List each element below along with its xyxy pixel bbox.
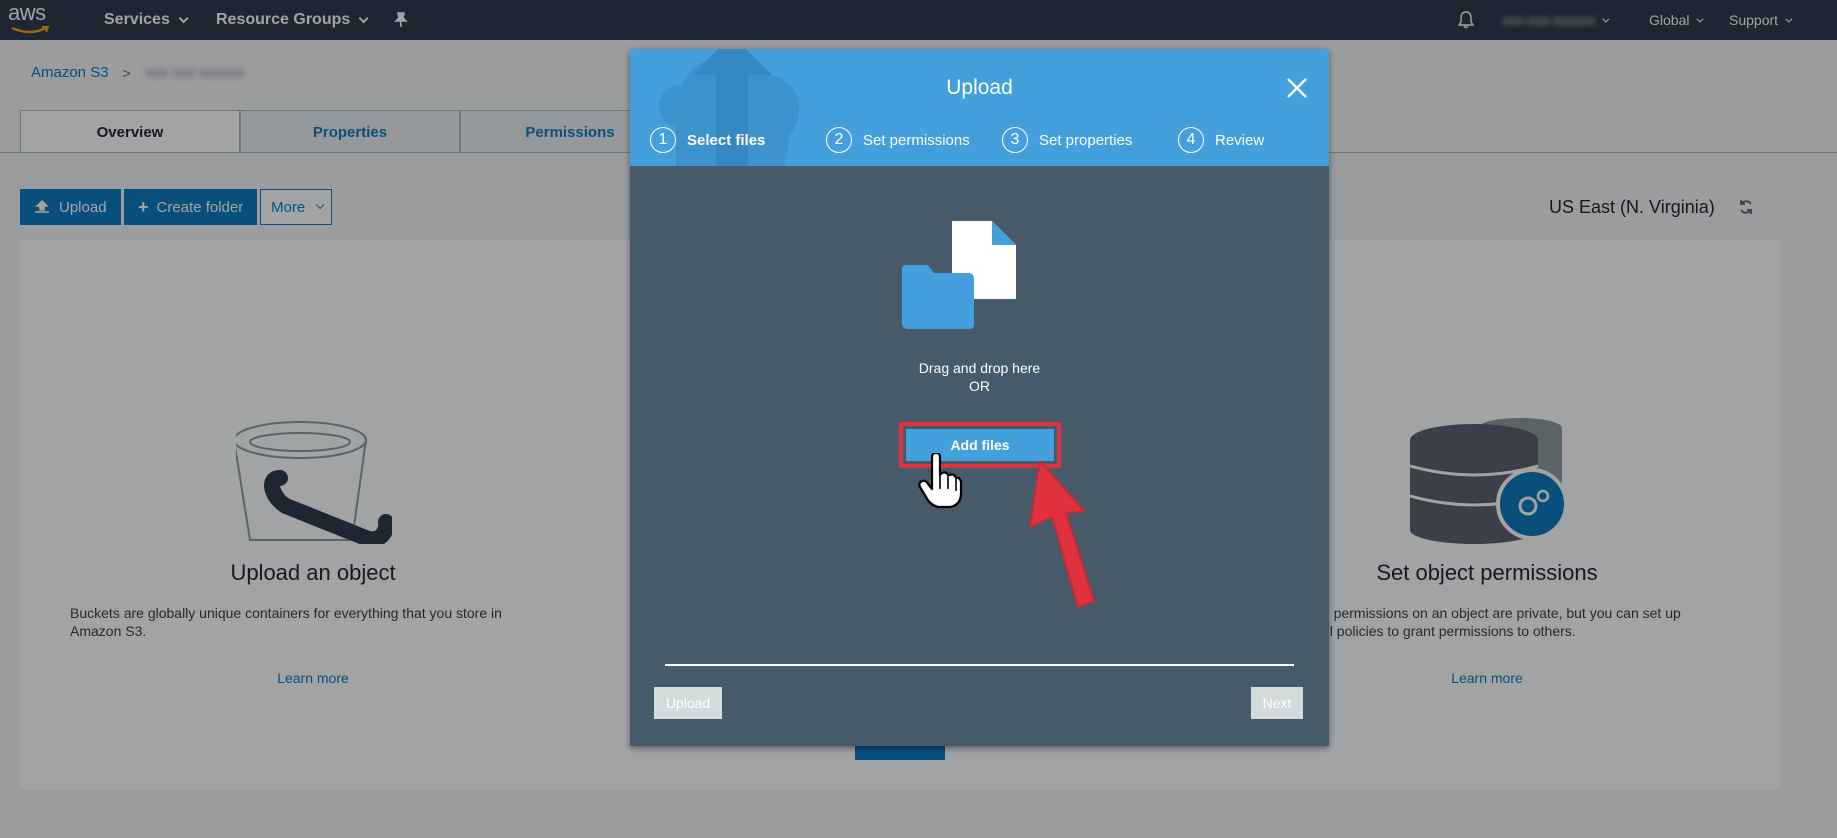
step-label-set-permissions: Set permissions	[863, 131, 970, 149]
upload-submit-button[interactable]: Upload	[654, 687, 722, 719]
drop-zone-text: Drag and drop here OR	[630, 359, 1329, 395]
file-folder-icon	[902, 221, 1016, 329]
hand-pointer-cursor-icon	[918, 453, 963, 509]
step-number-2: 2	[826, 127, 852, 153]
step-label-select-files: Select files	[687, 131, 766, 149]
step-number-3: 3	[1002, 127, 1028, 153]
upload-dialog-header: Upload 1 Select files 2 Set permissions …	[630, 49, 1329, 166]
step-set-properties[interactable]: 3 Set properties	[1002, 127, 1178, 153]
next-button[interactable]: Next	[1251, 687, 1303, 719]
upload-steps: 1 Select files 2 Set permissions 3 Set p…	[650, 127, 1329, 153]
or-label: OR	[969, 378, 990, 394]
step-review[interactable]: 4 Review	[1178, 127, 1329, 153]
step-number-1: 1	[650, 127, 676, 153]
step-set-permissions[interactable]: 2 Set permissions	[826, 127, 1002, 153]
step-number-4: 4	[1178, 127, 1204, 153]
upload-dialog-title: Upload	[946, 76, 1013, 99]
upload-dialog: Upload 1 Select files 2 Set permissions …	[630, 49, 1329, 746]
annotation-arrow-icon	[1029, 461, 1095, 608]
step-select-files[interactable]: 1 Select files	[650, 127, 826, 153]
close-icon[interactable]	[1286, 77, 1308, 99]
upload-progress-divider	[665, 664, 1294, 666]
step-label-set-properties: Set properties	[1039, 131, 1133, 149]
step-label-review: Review	[1215, 131, 1265, 149]
drag-drop-label: Drag and drop here	[918, 360, 1041, 376]
